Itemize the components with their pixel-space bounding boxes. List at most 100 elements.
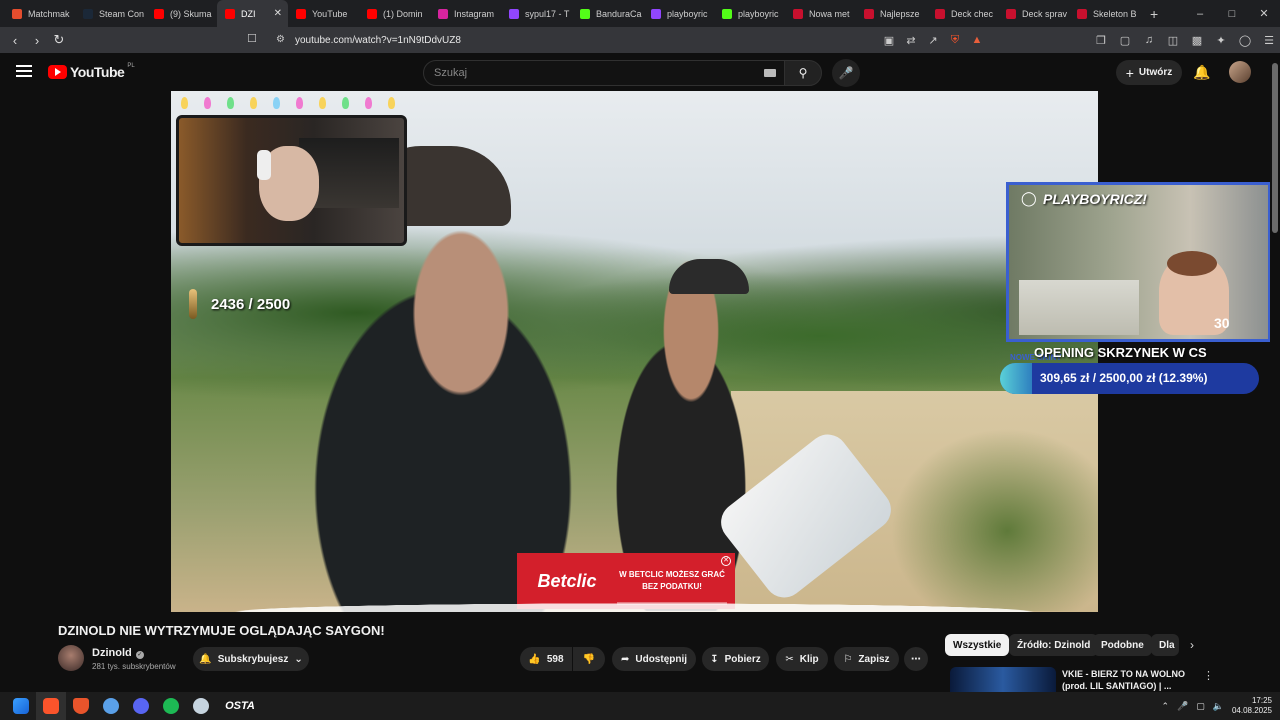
menu-icon[interactable]: [16, 65, 32, 77]
maximize-icon[interactable]: □: [1216, 8, 1248, 20]
brave-shield-icon[interactable]: ⛨: [944, 34, 966, 47]
youtube-logo[interactable]: YouTube PL: [48, 63, 135, 80]
volume-icon[interactable]: 🔈: [1213, 701, 1224, 712]
channel-name-row[interactable]: Dzinold ✓: [92, 647, 144, 659]
back-icon[interactable]: ‹: [4, 33, 26, 48]
browser-tab[interactable]: Steam Con: [75, 0, 146, 27]
betclic-ad[interactable]: Betclic W BETCLIC MOŻESZ GRAĆ BEZ PODATK…: [517, 553, 735, 609]
streamer-webcam: [176, 115, 407, 246]
ad-close-icon[interactable]: ✕: [721, 556, 731, 566]
browser-tab[interactable]: Skeleton B: [1069, 0, 1140, 27]
recommended-title[interactable]: VKIE - BIERZ TO NA WOLNO (prod. LIL SANT…: [1062, 668, 1192, 692]
brave-rewards-icon[interactable]: ▲: [966, 34, 988, 46]
page-scrollbar[interactable]: [1270, 53, 1280, 693]
reload-icon[interactable]: ↻: [48, 32, 70, 48]
discord-icon[interactable]: [126, 692, 156, 720]
recommended-menu-icon[interactable]: ⋮: [1203, 669, 1214, 682]
recommended-thumbnail[interactable]: [950, 667, 1056, 693]
browser-tab[interactable]: Matchmak: [4, 0, 75, 27]
browser-tab[interactable]: Najlepsze: [856, 0, 927, 27]
microphone-tray-icon[interactable]: 🎤: [1177, 701, 1188, 712]
extensions-icon[interactable]: ❐: [1090, 34, 1112, 47]
channel-avatar[interactable]: [58, 645, 84, 671]
browser-tab[interactable]: Nowa met: [785, 0, 856, 27]
spotify-icon[interactable]: [156, 692, 186, 720]
goal-progress-bar: 309,65 zł / 2500,00 zł (12.39%): [1000, 363, 1259, 394]
browser-tab[interactable]: BanduraCa: [572, 0, 643, 27]
tab-label: YouTube: [312, 8, 348, 19]
share-button[interactable]: ➦ Udostępnij: [612, 647, 696, 671]
browser-tab[interactable]: Deck sprav: [998, 0, 1069, 27]
leo-ai-icon[interactable]: ✦: [1210, 34, 1232, 47]
subscribe-button[interactable]: 🔔 Subskrybujesz ⌄: [193, 647, 309, 671]
dislike-button[interactable]: 👎: [573, 647, 605, 671]
search-button[interactable]: ⚲: [784, 60, 822, 86]
extensions-area: ❐ ▢ ♫ ◫ ▩ ✦ ◯ ☰: [1090, 27, 1280, 53]
overlay-number: 30: [1214, 315, 1230, 331]
goal-title: OPENING SKRZYNEK W CS: [1034, 345, 1207, 360]
music-icon[interactable]: ♫: [1138, 34, 1160, 46]
save-button[interactable]: ⚐ Zapisz: [834, 647, 899, 671]
browser-tab[interactable]: playboyric: [714, 0, 785, 27]
account-avatar[interactable]: [1229, 61, 1251, 83]
browser-menu-icon[interactable]: ☰: [1258, 34, 1280, 47]
browser-tab[interactable]: sypul17 - T: [501, 0, 572, 27]
new-tab-button[interactable]: +: [1140, 6, 1168, 22]
like-button[interactable]: 👍 598: [520, 647, 572, 671]
keyboard-icon[interactable]: [764, 69, 776, 77]
create-button[interactable]: + Utwórz: [1116, 60, 1182, 85]
chip-for-you[interactable]: Dla: [1151, 634, 1179, 656]
chip-from-channel[interactable]: Źródło: Dzinold: [1009, 634, 1099, 656]
vpn-icon[interactable]: ◯: [1234, 34, 1256, 47]
brave-taskbar-icon[interactable]: [36, 692, 66, 720]
more-actions-button[interactable]: ⋯: [904, 647, 928, 671]
video-player[interactable]: 2436 / 2500 Betclic W BETCLIC MOŻESZ GRA…: [171, 91, 1098, 612]
stream-counter: 2436 / 2500: [189, 289, 290, 319]
browser-tab[interactable]: YouTube: [288, 0, 359, 27]
windows-start-icon[interactable]: [6, 692, 36, 720]
osta-app-icon[interactable]: OSTA: [216, 692, 264, 720]
tab-label: playboyric: [738, 8, 779, 19]
clip-button[interactable]: ✂ Klip: [776, 647, 828, 671]
translate-icon[interactable]: ⇄: [900, 34, 922, 47]
overlay-handle: PLAYBOYRICZ!: [1043, 191, 1147, 207]
tab-close-icon[interactable]: ✕: [274, 8, 282, 19]
network-app-icon[interactable]: [96, 692, 126, 720]
screenshot-icon[interactable]: ▢: [1114, 34, 1136, 47]
site-settings-icon[interactable]: ⚙: [276, 34, 285, 45]
tab-favicon-icon: [367, 8, 377, 19]
bookmark-icon[interactable]: ☐: [247, 32, 257, 45]
wallet-icon[interactable]: ▩: [1186, 34, 1208, 47]
chip-all[interactable]: Wszystkie: [945, 634, 1010, 656]
search-input[interactable]: Szukaj: [423, 60, 785, 86]
chip-related[interactable]: Podobne: [1093, 634, 1152, 656]
steam-icon[interactable]: [186, 692, 216, 720]
channel-name[interactable]: Dzinold: [92, 647, 132, 659]
cast-icon[interactable]: ▣: [878, 34, 900, 47]
browser-tab[interactable]: DZI ✕: [217, 0, 288, 27]
scrollbar-thumb[interactable]: [1272, 63, 1278, 233]
tray-chevron-icon[interactable]: ⌃: [1161, 701, 1169, 712]
tab-label: playboyric: [667, 8, 708, 19]
browser-tab[interactable]: (1) Domin: [359, 0, 430, 27]
browser-tab[interactable]: Deck chec: [927, 0, 998, 27]
notifications-icon[interactable]: 🔔: [1193, 64, 1210, 81]
browser-tab[interactable]: playboyric: [643, 0, 714, 27]
brave-shield-taskbar-icon[interactable]: [66, 692, 96, 720]
browser-tab[interactable]: (9) Skuma: [146, 0, 217, 27]
tab-label: Instagram: [454, 8, 495, 19]
display-tray-icon[interactable]: ▢: [1196, 701, 1205, 712]
chevron-right-icon[interactable]: ›: [1190, 638, 1194, 652]
close-window-icon[interactable]: ✕: [1248, 7, 1280, 20]
browser-tab[interactable]: Instagram: [430, 0, 501, 27]
share-page-icon[interactable]: ↗: [922, 34, 944, 47]
sidebar-icon[interactable]: ◫: [1162, 34, 1184, 47]
clock[interactable]: 17:25 04.08.2025: [1232, 696, 1272, 716]
url-field[interactable]: ⚙ youtube.com/watch?v=1nN9tDdvUZ8: [270, 30, 870, 50]
instagram-overlay: ◯ PLAYBOYRICZ! 30: [1006, 182, 1271, 342]
download-button[interactable]: ↧ Pobierz: [702, 647, 769, 671]
minimize-icon[interactable]: –: [1184, 8, 1216, 20]
voice-search-button[interactable]: 🎤: [832, 59, 860, 87]
tab-label: (9) Skuma: [170, 8, 212, 19]
forward-icon[interactable]: ›: [26, 33, 48, 48]
